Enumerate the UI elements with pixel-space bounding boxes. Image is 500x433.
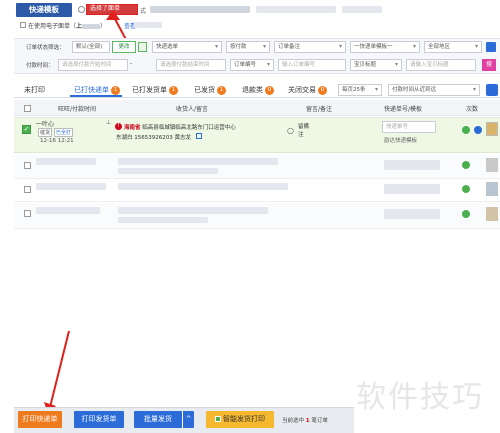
logo-text: 快递模板 <box>29 5 59 14</box>
batch-ship-toggle[interactable]: ^ <box>182 411 194 428</box>
order-no-input[interactable]: 输入订单编号 <box>278 59 346 71</box>
count-icon-green[interactable] <box>462 126 470 134</box>
blur-r3a <box>36 183 106 190</box>
filter-icon[interactable] <box>138 42 147 52</box>
batch-ship-button[interactable]: 批量发货 <box>134 411 182 428</box>
selection-status: 当前选中 1 笔订单 <box>282 418 328 424</box>
row2-checkbox[interactable] <box>24 162 31 169</box>
title-input[interactable]: 请输入宝贝标题 <box>406 59 476 71</box>
row3-checkbox[interactable] <box>24 186 31 193</box>
filter-select-d[interactable]: 一快递单模板一 <box>350 41 420 53</box>
pay-time-from[interactable]: 请选择付款开始时间 <box>58 59 128 71</box>
date-separator: - <box>130 60 133 67</box>
blur-r2b <box>118 158 278 165</box>
blur-r2c <box>118 168 218 174</box>
product-thumb[interactable] <box>486 122 498 136</box>
smart-ship-print-button[interactable]: 智能发货打印 <box>206 411 274 428</box>
buyer-name[interactable]: 一叶心 <box>36 119 54 128</box>
annotation-arrowhead-top <box>106 10 120 20</box>
order-no-select[interactable]: 订单编号 <box>230 59 274 71</box>
row4-checkbox[interactable] <box>24 210 31 217</box>
print-delivery-button[interactable]: 打印发货单 <box>74 411 124 428</box>
blur-r3c <box>384 184 440 194</box>
use-e-waybill-checkbox[interactable] <box>20 22 26 28</box>
order-status-change-button[interactable]: 更改 <box>112 41 136 53</box>
col-header-remark: 留言/备注 <box>306 106 333 113</box>
row4-thumb[interactable] <box>486 207 498 221</box>
order-status-label: 订单状态筛选： <box>26 45 65 51</box>
watermark-text: 软件技巧 <box>356 380 484 415</box>
order-status-select[interactable]: 默认(全部) <box>72 41 110 53</box>
tab-active-underline <box>70 95 122 97</box>
tab-unprinted[interactable]: 未打印 <box>24 84 45 96</box>
chat-icon[interactable]: ○ <box>287 126 294 135</box>
warning-icon: ! <box>115 123 122 130</box>
blurred-link <box>134 22 162 28</box>
blurred-header-bar-2 <box>256 6 336 13</box>
annotation-arrow-shaft-bottom <box>49 330 70 405</box>
count-icon-blue[interactable] <box>474 126 482 134</box>
print-express-button[interactable]: 打印快递单 <box>18 411 62 428</box>
blur-r2d <box>384 160 440 170</box>
refresh-icon[interactable] <box>486 84 498 96</box>
search-button[interactable]: 搜 <box>482 59 496 71</box>
tag-urge: 催货 <box>38 128 53 137</box>
row3-thumb[interactable] <box>486 182 498 196</box>
tab-refund[interactable]: 退款类 0 <box>242 84 274 96</box>
receiver-address[interactable]: 海南省 临高县临城镇临高北路东门口运营中心 <box>124 123 236 131</box>
col-header-tracking: 快递单号/模板 <box>384 106 423 113</box>
smart-ship-label: 智能发货打印 <box>223 415 265 423</box>
filter-select-c[interactable]: 订单备注 <box>274 41 346 53</box>
blur-r4d <box>384 209 440 219</box>
tab-shipped[interactable]: 已发货 1 <box>194 84 226 96</box>
blurred-header-bar <box>150 6 250 13</box>
tab-bar-line <box>14 97 500 98</box>
sort-select[interactable]: 付款时间从近到远 <box>388 84 480 96</box>
expand-icon[interactable]: ⊥ <box>106 119 111 126</box>
row3-green-icon[interactable] <box>462 185 470 193</box>
filter-select-a[interactable]: 快递选单 <box>152 41 222 53</box>
col-header-count: 次数 <box>466 106 479 113</box>
tab-closed[interactable]: 关闭交易 0 <box>288 84 327 96</box>
receiver-phone: 东湖白 15653926203 黄志龙 <box>116 135 191 141</box>
blur-r4a <box>36 207 100 214</box>
blurred-header-bar-3 <box>342 6 382 13</box>
filter-side-icon[interactable] <box>486 42 496 52</box>
logo-badge[interactable]: 快递模板 <box>16 3 72 17</box>
tag-printed: 已全打 <box>54 128 74 137</box>
page-size-select[interactable]: 每页25条 <box>338 84 382 96</box>
title-select[interactable]: 宝贝标题 <box>350 59 402 71</box>
tracking-input[interactable]: 快递单号 <box>382 121 436 133</box>
tab-printed-delivery[interactable]: 已打发货单 1 <box>132 84 178 96</box>
col-header-receiver: 收货人/留言 <box>176 106 209 113</box>
use-e-waybill-label: 在使用电子面单（上） <box>28 23 107 30</box>
copy-icon[interactable] <box>196 133 202 139</box>
row2-thumb[interactable] <box>486 158 498 172</box>
pay-time: 12-16 12:21 <box>40 138 74 144</box>
blur-r4c <box>118 217 208 223</box>
col-header-buyer: 旺旺/付款时间 <box>58 106 97 113</box>
row4-green-icon[interactable] <box>462 210 470 218</box>
row-checkbox-checked[interactable]: ✓ <box>22 125 31 134</box>
filter-select-e[interactable]: 全部地区 <box>424 41 482 53</box>
pay-time-to[interactable]: 请选择付款结束时间 <box>156 59 226 71</box>
tracking-template: 韵达快递模板 <box>384 138 418 144</box>
remark-text: 留備注 <box>298 124 310 138</box>
smart-ship-icon <box>215 416 221 422</box>
row2-green-icon[interactable] <box>462 161 470 169</box>
blur-r2a <box>36 158 96 165</box>
blur-r4b <box>118 207 268 214</box>
blur-r3b <box>118 183 288 190</box>
header-extra: 式 <box>140 8 147 15</box>
pay-time-label: 付款时间： <box>26 63 54 69</box>
select-all-checkbox[interactable] <box>24 105 31 112</box>
template-radio[interactable] <box>78 6 85 13</box>
filter-select-b[interactable]: 按付款 <box>226 41 270 53</box>
